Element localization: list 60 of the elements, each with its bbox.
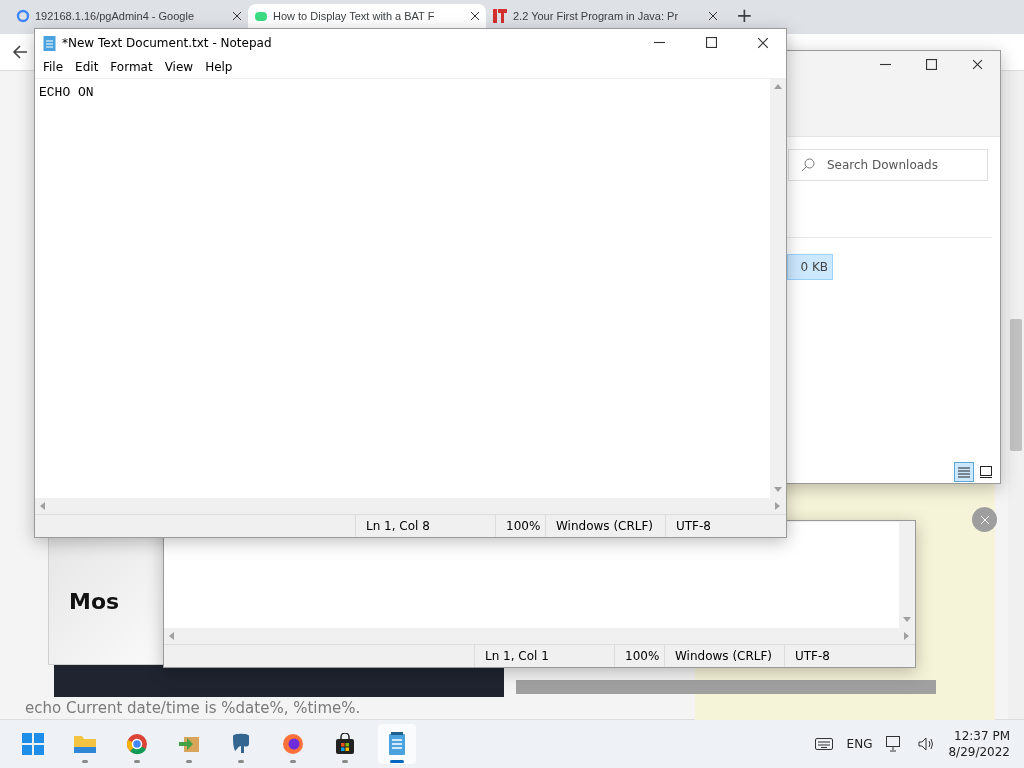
new-tab-button[interactable]: + <box>736 4 753 26</box>
speaker-icon[interactable] <box>918 737 935 751</box>
maximize-icon <box>705 37 717 48</box>
clock-time: 12:37 PM <box>954 728 1010 744</box>
window-title: *New Text Document.txt - Notepad <box>62 35 272 50</box>
scroll-right-icon[interactable] <box>903 632 911 640</box>
windows-start-icon <box>22 733 44 755</box>
scroll-right-icon[interactable] <box>774 502 782 510</box>
keyboard-icon[interactable] <box>814 738 833 750</box>
browser-tab[interactable]: How to Display Text with a BAT F <box>248 4 486 28</box>
store-bag-icon <box>334 733 356 755</box>
status-text: Windows (CRLF) <box>664 645 784 667</box>
scroll-left-icon[interactable] <box>168 632 176 640</box>
close-icon <box>470 11 480 21</box>
window-trail: Mos <box>48 537 166 665</box>
back-arrow-icon[interactable] <box>12 44 28 60</box>
notepad-icon <box>43 34 56 51</box>
notepad-icon <box>388 732 406 756</box>
browser-icon <box>126 733 148 755</box>
browser-tab[interactable]: 2.2 Your First Program in Java: Pr <box>486 4 724 28</box>
language-indicator[interactable]: ENG <box>846 737 873 751</box>
menu-item[interactable]: Help <box>199 60 239 74</box>
menu-item[interactable]: File <box>37 60 70 74</box>
search-icon <box>801 158 815 172</box>
close-icon <box>979 514 990 525</box>
horizontal-scrollbar[interactable] <box>516 680 936 694</box>
status-text: 100% <box>495 515 545 537</box>
maximize-icon <box>925 59 937 70</box>
scroll-up-icon[interactable] <box>774 83 782 91</box>
close-icon <box>232 11 242 21</box>
search-input[interactable]: Search Downloads <box>825 157 979 173</box>
status-text: UTF-8 <box>784 645 889 667</box>
menu-item[interactable]: View <box>158 60 200 74</box>
taskbar-app[interactable] <box>378 724 416 764</box>
close-icon <box>971 59 983 70</box>
status-text: Ln 1, Col 8 <box>355 515 495 537</box>
menu-item[interactable]: Edit <box>69 60 105 74</box>
status-text: Ln 1, Col 1 <box>474 645 614 667</box>
site-logo-icon <box>492 8 508 24</box>
scroll-down-icon[interactable] <box>774 486 782 494</box>
clock-date: 8/29/2022 <box>948 744 1010 760</box>
status-text: 100% <box>614 645 664 667</box>
list-icon <box>958 466 970 478</box>
scroll-down-icon[interactable] <box>903 616 911 624</box>
status-text: UTF-8 <box>665 515 770 537</box>
search-field[interactable]: Search Downloads <box>788 149 988 181</box>
folder-icon <box>73 733 97 755</box>
browser-tab[interactable]: 192168.1.16/pgAdmin4 - Google <box>10 4 248 28</box>
close-icon <box>757 36 769 49</box>
status-text: Windows (CRLF) <box>545 515 665 537</box>
tile-icon <box>980 466 992 478</box>
fox-globe-icon <box>282 733 304 755</box>
document-text: ECHO ON <box>39 85 94 100</box>
page-text: echo Current date/time is %date%, %time%. <box>25 698 362 718</box>
close-icon <box>708 11 718 21</box>
robot-icon <box>254 9 268 23</box>
scrollbar-thumb[interactable] <box>1010 319 1022 451</box>
menu-item[interactable]: Format <box>104 60 159 74</box>
scroll-left-icon[interactable] <box>39 502 47 510</box>
file-size-cell[interactable]: 0 KB <box>787 254 833 280</box>
